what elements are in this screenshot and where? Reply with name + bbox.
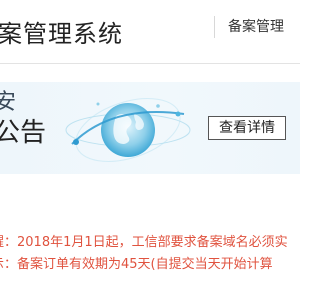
globe-illustration	[65, 98, 191, 162]
banner-line-2: 公告	[0, 118, 47, 148]
notice-tip: 提示：备案订单有效期为45天(自提交当天开始计算	[0, 254, 300, 276]
top-header: 案管理系统 备案管理	[0, 0, 300, 64]
banner-line-1: 安	[0, 90, 17, 115]
banner-text: 安 公告	[0, 88, 46, 148]
notice-reminder: 提醒：2018年1月1日起，工信部要求备案域名必须实	[0, 232, 300, 254]
page: 案管理系统 备案管理 安 公告 查看详情 提醒：2018年1月1日起，工信部要求…	[0, 0, 300, 300]
notice-tip-text: 提示：备案订单有效期为45天(自提交当天开始计算	[0, 257, 273, 272]
view-details-button[interactable]: 查看详情	[208, 116, 286, 140]
nav-beian-management-link[interactable]: 备案管理	[228, 16, 284, 36]
header-divider	[214, 16, 215, 38]
page-title: 案管理系统	[0, 20, 123, 48]
notice-reminder-text: 提醒：2018年1月1日起，工信部要求备案域名必须实	[0, 235, 288, 250]
